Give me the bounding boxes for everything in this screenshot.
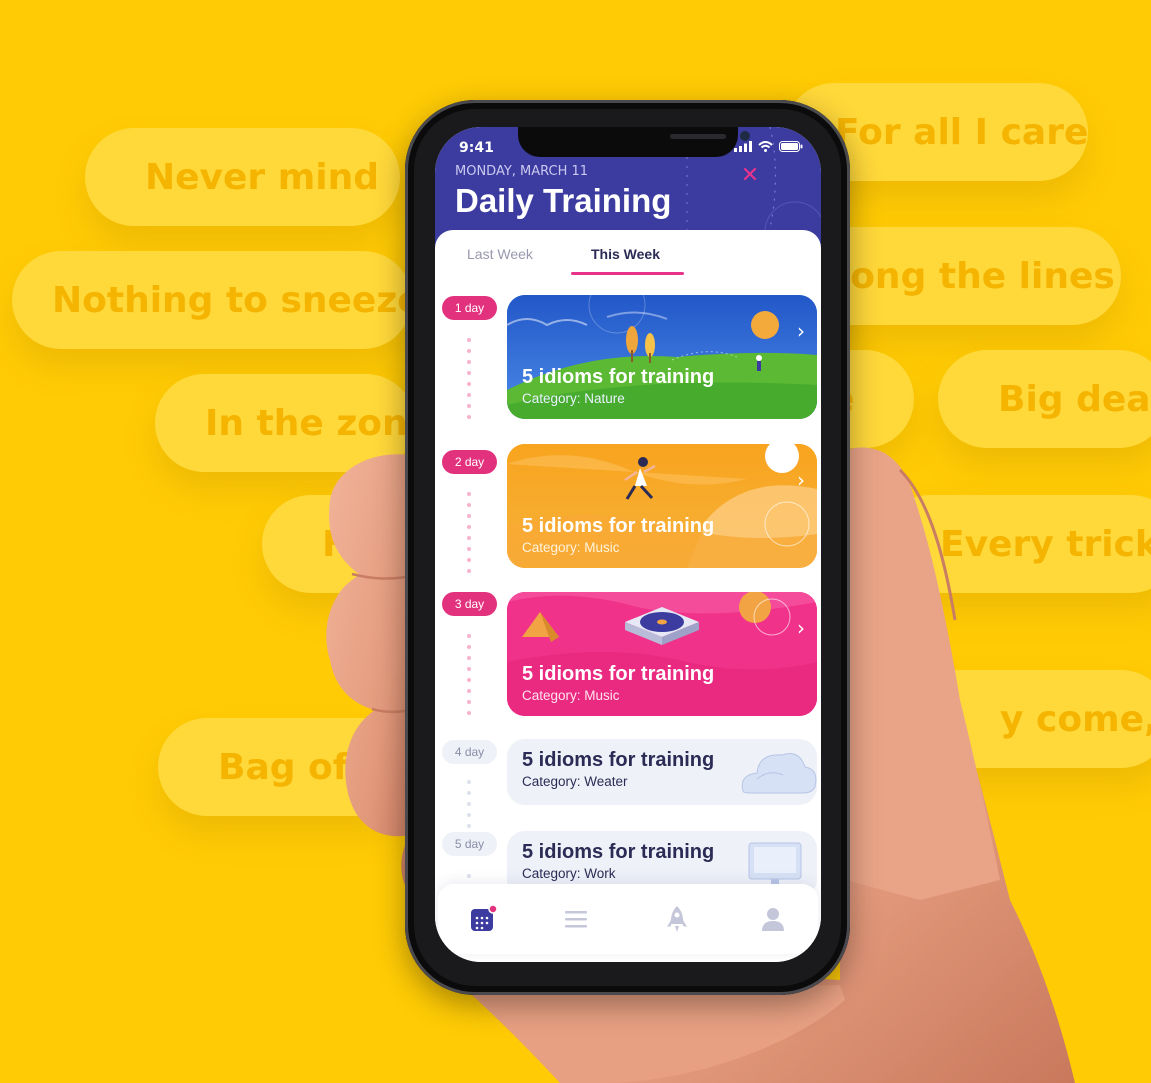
thumb-illustration xyxy=(0,0,1151,1083)
